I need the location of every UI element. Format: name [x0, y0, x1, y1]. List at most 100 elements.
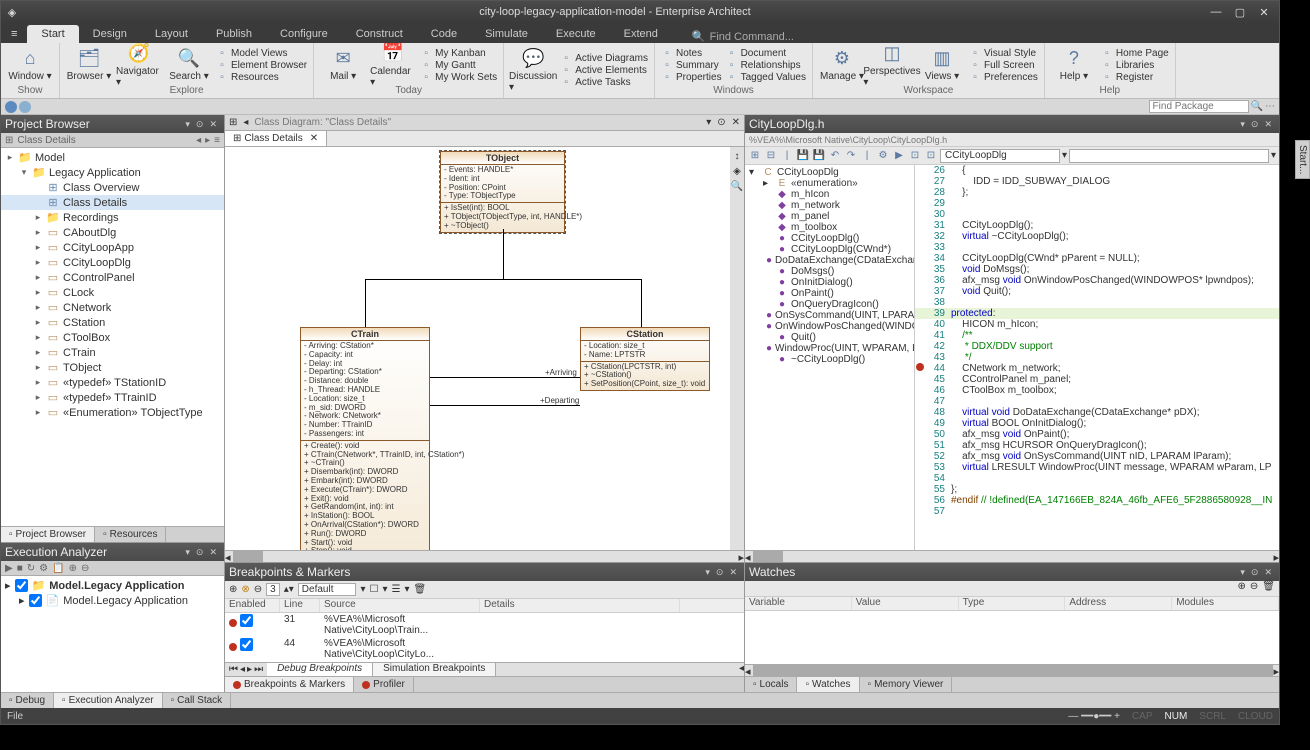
member-node[interactable]: ●WindowProc(UINT, WPARAM, LPARAM: [747, 343, 912, 354]
code-line[interactable]: 33: [915, 242, 1279, 253]
gutter[interactable]: [915, 363, 925, 374]
close-icon[interactable]: ✕: [1261, 119, 1275, 130]
debug-tab[interactable]: ▫Debug: [1, 693, 54, 708]
col-header[interactable]: Enabled: [225, 599, 280, 612]
expand-icon[interactable]: ▸: [33, 362, 43, 373]
tree-node[interactable]: ▸▭«typedef» TStationID: [1, 375, 224, 390]
register-button[interactable]: ▫Register: [1101, 72, 1169, 83]
expand-icon[interactable]: ▸: [33, 272, 43, 283]
tree-node[interactable]: ▸▭CNetwork: [1, 300, 224, 315]
member-node[interactable]: ▸E«enumeration»: [747, 178, 912, 189]
file-menu[interactable]: ≡: [1, 25, 27, 43]
gutter[interactable]: [915, 396, 925, 407]
home-page-button[interactable]: ▫Home Page: [1101, 48, 1169, 59]
summary-button[interactable]: ▫Summary: [661, 60, 722, 71]
tree-node[interactable]: ⊞Class Overview: [1, 180, 224, 195]
document-button[interactable]: ▫Document: [726, 48, 806, 59]
my-work-sets-button[interactable]: ▫My Work Sets: [420, 72, 497, 83]
member-node[interactable]: ▾CCCityLoopDlg: [747, 167, 912, 178]
panel-tab[interactable]: ▫Resources: [95, 527, 166, 542]
nav-icon[interactable]: ◂: [739, 663, 744, 676]
enable-checkbox[interactable]: [29, 594, 42, 607]
col-header[interactable]: Variable: [745, 597, 852, 610]
build-icon[interactable]: ⚙: [876, 150, 890, 161]
code-line[interactable]: 28 };: [915, 187, 1279, 198]
nav-back-icon[interactable]: [5, 101, 17, 113]
debug-tab[interactable]: ▫Call Stack: [163, 693, 232, 708]
views-button[interactable]: ▥Views ▾: [919, 45, 965, 85]
h-scrollbar[interactable]: ◂▸: [745, 664, 1279, 676]
pin-icon[interactable]: ⊙: [193, 119, 207, 130]
perspectives-button[interactable]: ◫Perspectives ▾: [869, 45, 915, 85]
code-line[interactable]: 46 CToolBox m_toolbox;: [915, 385, 1279, 396]
tool-icon[interactable]: ☐: [370, 584, 379, 595]
code-line[interactable]: 53 virtual LRESULT WindowProc(UINT messa…: [915, 462, 1279, 473]
diagram-tab[interactable]: ⊞Class Details✕: [225, 131, 327, 146]
tool-icon[interactable]: 📋: [52, 563, 64, 574]
expand-icon[interactable]: ▸: [33, 407, 43, 418]
save-icon[interactable]: 💾: [796, 150, 810, 161]
code-line[interactable]: 54: [915, 473, 1279, 484]
tool-icon[interactable]: ⊕: [229, 584, 237, 595]
ribbon-tab-design[interactable]: Design: [79, 25, 141, 43]
tool-icon[interactable]: ⊡: [924, 150, 938, 161]
tool-icon[interactable]: 🗑: [414, 584, 427, 595]
col-header[interactable]: Value: [852, 597, 959, 610]
gutter[interactable]: [915, 264, 925, 275]
member-node[interactable]: ●DoMsgs(): [747, 266, 912, 277]
col-header[interactable]: Line: [280, 599, 320, 612]
panel-tab[interactable]: ▫Memory Viewer: [860, 677, 953, 692]
code-line[interactable]: 26 {: [915, 165, 1279, 176]
search-icon[interactable]: 🔍: [1251, 101, 1263, 112]
close-icon[interactable]: ✕: [732, 117, 740, 128]
tool-icon[interactable]: ⊡: [908, 150, 922, 161]
code-line[interactable]: 32 virtual ~CCityLoopDlg();: [915, 231, 1279, 242]
nav-fwd-icon[interactable]: [19, 101, 31, 113]
member-node[interactable]: ◆m_network: [747, 200, 912, 211]
project-browser-context[interactable]: ⊞ Class Details ◂ ▸ ≡: [1, 133, 224, 148]
breakpoint-row[interactable]: 44%VEA%\Microsoft Native\CityLoop\CityLo…: [225, 637, 744, 661]
tool-icon[interactable]: ⊗: [241, 584, 249, 595]
tree-node[interactable]: ▾📁Legacy Application: [1, 165, 224, 180]
class-selector[interactable]: CCityLoopDlg: [940, 149, 1060, 163]
tool-icon[interactable]: ⚙: [39, 563, 48, 574]
gutter[interactable]: [915, 341, 925, 352]
tree-icon[interactable]: ⊞: [748, 150, 762, 161]
gutter[interactable]: [915, 385, 925, 396]
code-line[interactable]: 50 afx_msg void OnPaint();: [915, 429, 1279, 440]
code-editor[interactable]: 26 {27 IDD = IDD_SUBWAY_DIALOG28 };29303…: [915, 165, 1279, 550]
col-header[interactable]: Modules: [1172, 597, 1279, 610]
breakpoint-row[interactable]: 31%VEA%\Microsoft Native\CityLoop\Train.…: [225, 613, 744, 637]
close-button[interactable]: ✕: [1255, 6, 1273, 19]
tree-node[interactable]: ▸▭CTrain: [1, 345, 224, 360]
gutter[interactable]: [915, 176, 925, 187]
tree-node[interactable]: ▸▭CCityLoopApp: [1, 240, 224, 255]
pin-icon[interactable]: ⊙: [1248, 119, 1262, 130]
breakpoint-icon[interactable]: [916, 363, 924, 371]
panel-menu-icon[interactable]: ▾: [1237, 567, 1248, 578]
watches-body[interactable]: [745, 611, 1279, 664]
expand-icon[interactable]: ▸: [33, 302, 43, 313]
code-line[interactable]: 35 void DoMsgs();: [915, 264, 1279, 275]
tree-node[interactable]: ▸▭CAboutDlg: [1, 225, 224, 240]
nav-prev-icon[interactable]: ◂: [240, 664, 245, 675]
run-icon[interactable]: ▶: [892, 150, 906, 161]
gutter[interactable]: [915, 220, 925, 231]
member-node[interactable]: ●OnInitDialog(): [747, 277, 912, 288]
code-line[interactable]: 37 void Quit();: [915, 286, 1279, 297]
my-kanban-button[interactable]: ▫My Kanban: [420, 48, 497, 59]
expand-icon[interactable]: ▸: [33, 377, 43, 388]
member-node[interactable]: ●CCityLoopDlg(CWnd*): [747, 244, 912, 255]
redo-icon[interactable]: ↷: [844, 150, 858, 161]
window-button[interactable]: ⌂Window ▾: [7, 45, 53, 85]
close-icon[interactable]: ✕: [726, 567, 740, 578]
element-browser-button[interactable]: ▫Element Browser: [216, 60, 307, 71]
start-page-tab[interactable]: Start...: [1295, 140, 1310, 179]
panel-tab[interactable]: Profiler: [354, 677, 414, 692]
expand-icon[interactable]: ▾: [749, 167, 759, 178]
ribbon-tab-code[interactable]: Code: [417, 25, 471, 43]
undo-icon[interactable]: ↶: [828, 150, 842, 161]
tree-node[interactable]: ▸▭CLock: [1, 285, 224, 300]
maximize-button[interactable]: ▢: [1231, 6, 1249, 19]
expand-icon[interactable]: ▸: [33, 392, 43, 403]
